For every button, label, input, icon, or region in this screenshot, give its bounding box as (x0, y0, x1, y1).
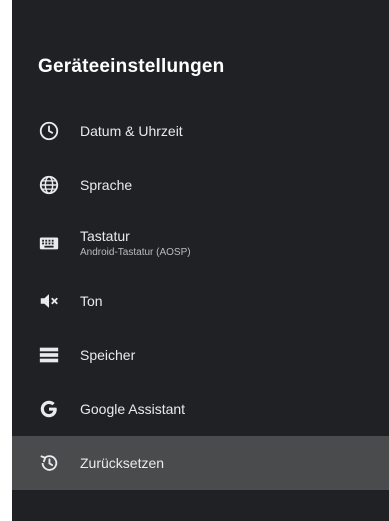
menu-item-label: Tastatur (80, 228, 130, 244)
settings-menu: Datum & Uhrzeit Sprache Tastatur Android… (12, 104, 389, 490)
keyboard-icon (38, 232, 60, 254)
storage-icon (38, 344, 60, 366)
menu-item-label: Ton (80, 293, 103, 309)
page-title: Geräteeinstellungen (38, 56, 225, 77)
menu-item-date-time[interactable]: Datum & Uhrzeit (12, 104, 389, 158)
menu-item-label: Speicher (80, 347, 136, 363)
menu-item-label: Sprache (80, 177, 133, 193)
menu-item-label: Google Assistant (80, 401, 186, 417)
menu-item-keyboard[interactable]: Tastatur Android-Tastatur (AOSP) (12, 212, 389, 274)
restore-icon (38, 452, 60, 474)
menu-item-sublabel: Android-Tastatur (AOSP) (80, 247, 191, 258)
globe-icon (38, 174, 60, 196)
menu-item-label: Zurücksetzen (80, 455, 165, 471)
menu-item-sound[interactable]: Ton (12, 274, 389, 328)
settings-panel: Geräteeinstellungen Datum & Uhrzeit Spra… (12, 0, 389, 521)
menu-item-storage[interactable]: Speicher (12, 328, 389, 382)
speaker-muted-icon (38, 290, 60, 312)
google-g-icon (38, 398, 60, 420)
menu-item-language[interactable]: Sprache (12, 158, 389, 212)
clock-icon (38, 120, 60, 142)
menu-item-label: Datum & Uhrzeit (80, 123, 183, 139)
menu-item-google-assistant[interactable]: Google Assistant (12, 382, 389, 436)
menu-item-reset[interactable]: Zurücksetzen (12, 436, 389, 490)
